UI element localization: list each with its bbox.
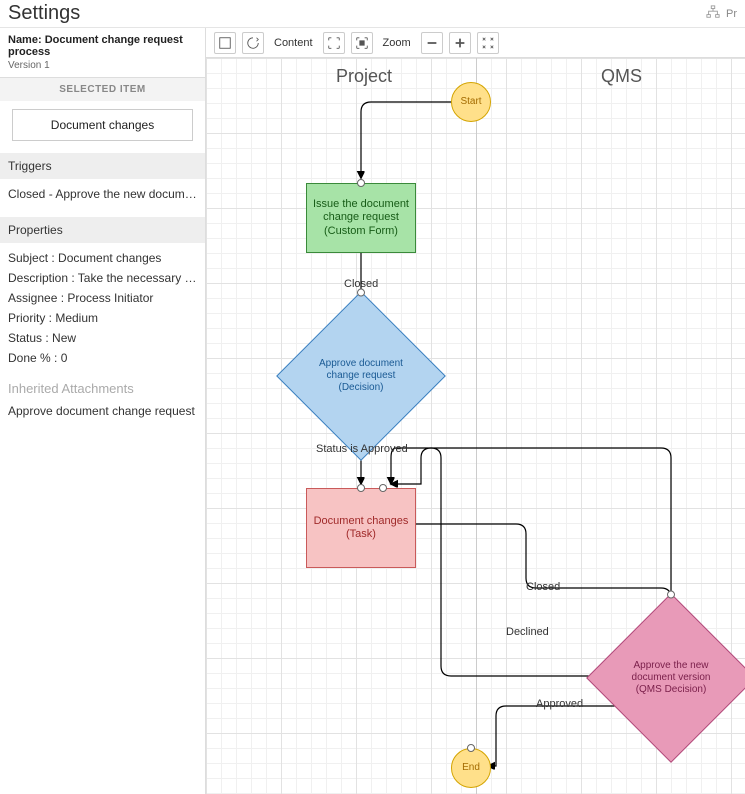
prop-description: Description : Take the necessary changes… (8, 271, 197, 285)
header-right-text: Pr (726, 8, 737, 20)
prop-done: Done % : 0 (8, 351, 197, 365)
zoom-out-button[interactable] (421, 32, 443, 54)
prop-priority: Priority : Medium (8, 311, 197, 325)
redo-button[interactable] (242, 32, 264, 54)
canvas[interactable]: Project QMS (206, 58, 745, 794)
lane-qms: QMS (601, 66, 642, 87)
page-title: Settings (8, 2, 80, 25)
attachment-item[interactable]: Approve document change request (0, 400, 205, 422)
undo-button[interactable] (214, 32, 236, 54)
toolbar: Content Zoom (206, 28, 745, 58)
prop-assignee: Assignee : Process Initiator (8, 291, 197, 305)
content-label: Content (270, 37, 317, 49)
zoom-in-button[interactable] (449, 32, 471, 54)
properties-header: Properties (0, 217, 205, 243)
node-issue[interactable]: Issue the document change request (Custo… (306, 183, 416, 253)
sidebar: Name: Document change request process Ve… (0, 28, 206, 794)
prop-status: Status : New (8, 331, 197, 345)
selected-item-header: SELECTED ITEM (0, 78, 205, 101)
version-label: Version 1 (8, 60, 197, 71)
inherited-attachments-header: Inherited Attachments (0, 381, 205, 400)
node-docchanges[interactable]: Document changes (Task) (306, 488, 416, 568)
fit-width-button[interactable] (323, 32, 345, 54)
selected-item-box[interactable]: Document changes (12, 109, 193, 141)
node-end[interactable]: End (451, 748, 491, 788)
node-start[interactable]: Start (451, 82, 491, 122)
edge-label-declined: Declined (506, 626, 549, 638)
edge-label-closed1: Closed (344, 278, 378, 290)
network-icon (706, 5, 720, 22)
lane-project: Project (336, 66, 392, 87)
fit-selection-button[interactable] (351, 32, 373, 54)
zoom-label: Zoom (379, 37, 415, 49)
name-label: Name: (8, 34, 42, 46)
triggers-header: Triggers (0, 153, 205, 179)
edge-label-closed2: Closed (526, 581, 560, 593)
lane-divider (476, 58, 477, 794)
edge-label-status-approved: Status is Approved (316, 443, 408, 455)
prop-subject: Subject : Document changes (8, 251, 197, 265)
zoom-reset-button[interactable] (477, 32, 499, 54)
trigger-item[interactable]: Closed - Approve the new document versio… (8, 187, 197, 201)
edge-label-approved: Approved (536, 698, 583, 710)
